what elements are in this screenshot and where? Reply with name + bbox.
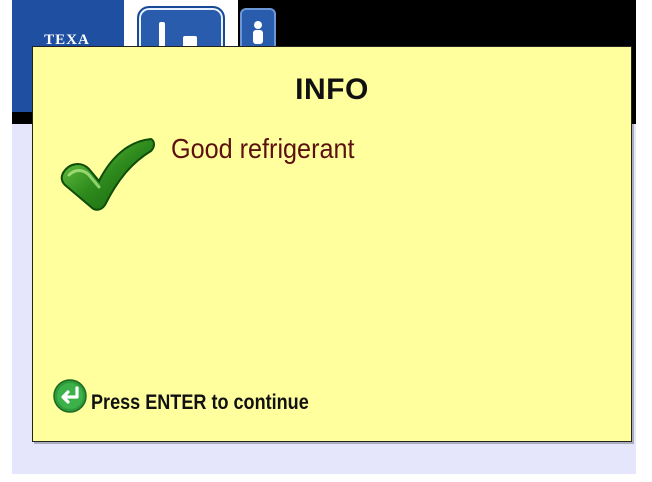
enter-button[interactable]: Press ENTER to continue [53, 377, 344, 415]
checkmark-icon [60, 137, 155, 211]
dialog-title: INFO [295, 73, 369, 106]
enter-hint-label: Press ENTER to continue [91, 391, 309, 414]
status-message: Good refrigerant [171, 133, 355, 164]
user-icon [253, 21, 263, 44]
enter-arrow-icon [53, 379, 87, 413]
info-dialog: INFO Good refrigerant Press ENTER to con… [32, 46, 632, 442]
